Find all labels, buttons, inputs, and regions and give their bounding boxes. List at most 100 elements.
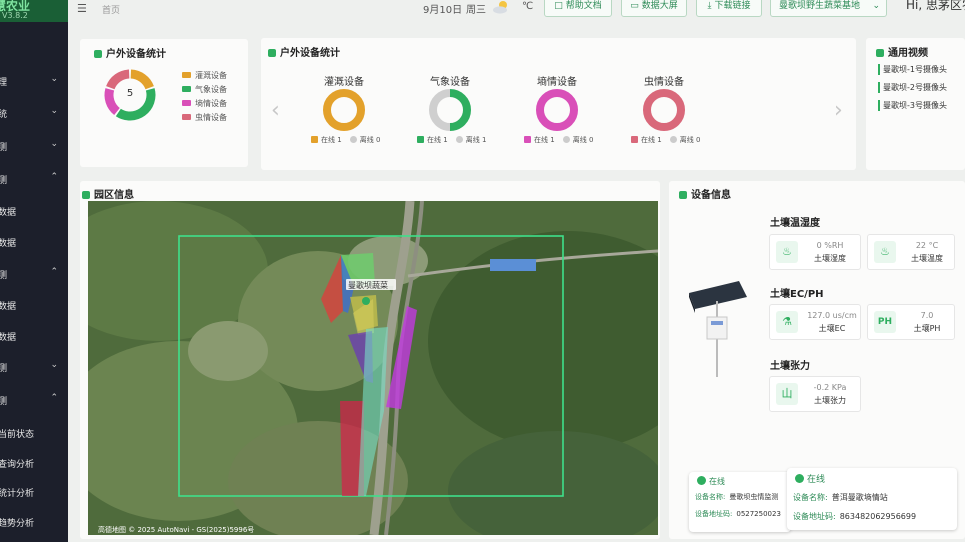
insect-donut	[643, 89, 685, 131]
sidebar-item-5[interactable]: 测 ⌃	[0, 265, 68, 285]
ec-name: 土壤EC	[818, 324, 846, 333]
chevron-down-icon: ⌄	[872, 1, 880, 11]
tension-icon: 山	[776, 383, 798, 405]
device-popup-back[interactable]: 在线 设备名称: 曼歌坝虫情监测 设备地址码: 0527250023	[689, 472, 791, 532]
data-screen-button[interactable]: ▭ 数据大屏	[621, 0, 687, 17]
device-name-moisture: 墒情设备	[537, 77, 577, 88]
status-dot-icon	[795, 474, 804, 483]
legend-insect: 虫情设备	[182, 112, 227, 123]
document-icon: □	[554, 1, 563, 11]
temperature-name: 土壤温度	[911, 254, 943, 263]
map-label: 曼歌坝蔬菜	[348, 280, 388, 290]
user-greeting[interactable]: Hi, 思茅区农	[906, 0, 965, 13]
sidebar-item-3[interactable]: 测 ⌄	[0, 137, 68, 157]
flask-icon: ⚗	[776, 311, 798, 333]
satellite-map[interactable]: 曼歌坝蔬菜	[88, 201, 658, 535]
section-tension: 土壤张力	[770, 361, 810, 372]
brand-version: V3.8.2	[2, 11, 28, 20]
next-arrow-icon[interactable]: ›	[834, 98, 843, 123]
donut-segment	[106, 69, 130, 90]
sidebar-subitem-1[interactable]: 数据	[0, 202, 68, 222]
sidebar-item-trend-analysis[interactable]: 趋势分析	[0, 513, 68, 533]
chevron-icon: ⌄	[50, 139, 58, 149]
video-icon	[876, 49, 884, 57]
brand: 慧农业 V3.8.2	[0, 0, 68, 22]
sidebar-item-1[interactable]: 理 ⌄	[0, 72, 68, 92]
sidebar-item-query-analysis[interactable]: 查询分析	[0, 454, 68, 474]
ec-value: 127.0 us/cm	[807, 311, 857, 320]
sidebar-item-current-status[interactable]: 当前状态	[0, 424, 68, 444]
video-item-3[interactable]: 曼歌坝-3号摄像头	[878, 100, 947, 111]
donut-segment	[130, 69, 154, 90]
stats-panel: 户外设备统计 5 灌溉设备 气象设备 墒情设备 虫情设备	[80, 39, 248, 167]
panel-title: 户外设备统计	[268, 44, 340, 59]
menu-icon[interactable]: ☰	[77, 2, 87, 15]
offline-segment	[429, 89, 451, 131]
sidebar-subitem-4[interactable]: 数据	[0, 327, 68, 347]
sidebar-item-statistics[interactable]: 统计分析	[0, 483, 68, 503]
legend-irrigation: 灌溉设备	[182, 70, 227, 81]
sidebar: 慧农业 V3.8.2 理 ⌄ 统 ⌄ 测 ⌄ 测 ⌃ 数据 数据 测 ⌃ 数据 数据 测 ⌄…	[0, 0, 68, 542]
humidity-value: 0 %RH	[816, 241, 844, 250]
chevron-icon: ⌃	[50, 267, 58, 277]
ph-name: 土壤PH	[913, 324, 941, 333]
sidebar-item-7[interactable]: 测 ⌃	[0, 391, 68, 411]
panel-title: 通用视频	[876, 44, 928, 59]
breadcrumb[interactable]: 首页	[102, 3, 120, 16]
device-address-line: 设备地址码: 0527250023	[695, 510, 781, 518]
sidebar-subitem-2[interactable]: 数据	[0, 233, 68, 253]
chevron-icon: ⌄	[50, 360, 58, 370]
tension-name: 土壤张力	[814, 396, 846, 405]
online-status: 在线	[795, 472, 825, 485]
donut-total: 5	[126, 88, 134, 99]
moisture-donut	[536, 89, 578, 131]
chevron-icon: ⌃	[50, 393, 58, 403]
header: ☰ 首页 9月10日 周三 ℃ □ 帮助文档 ▭ 数据大屏 ⤓ 下载链接 曼歌坝野生蔬…	[68, 0, 965, 20]
help-docs-button[interactable]: □ 帮助文档	[544, 0, 612, 17]
soil-temperature-card[interactable]: ♨ 22 °C 土壤温度	[867, 234, 955, 270]
soil-tension-card[interactable]: 山 -0.2 KPa 土壤张力	[769, 376, 861, 412]
panel-title: 设备信息	[679, 186, 731, 201]
video-item-2[interactable]: 曼歌坝-2号摄像头	[878, 82, 947, 93]
monitor-icon	[679, 191, 687, 199]
video-item-1[interactable]: 曼歌坝-1号摄像头	[878, 64, 947, 75]
irrigation-donut	[323, 89, 365, 131]
section-ec-ph: 土壤EC/PH	[770, 289, 824, 300]
online-status: 在线	[697, 476, 725, 487]
soil-ec-card[interactable]: ⚗ 127.0 us/cm 土壤EC	[769, 304, 861, 340]
online-segment	[323, 89, 365, 131]
sidebar-item-2[interactable]: 统 ⌄	[0, 104, 68, 124]
monitor-icon	[94, 50, 102, 58]
ph-value: 7.0	[920, 311, 934, 320]
ph-icon: PH	[874, 311, 896, 333]
weather-status: 在线 1 离线 1	[417, 135, 486, 145]
soil-ph-card[interactable]: PH 7.0 土壤PH	[867, 304, 955, 340]
sidebar-subitem-3[interactable]: 数据	[0, 296, 68, 316]
device-name-irrigation: 灌溉设备	[324, 77, 364, 88]
device-address-line: 设备地址码: 863482062956699	[793, 512, 917, 521]
device-name-line: 设备名称: 普洱曼歌墒情站	[793, 493, 888, 502]
date: 9月10日	[423, 5, 463, 16]
soil-humidity-card[interactable]: ♨ 0 %RH 土壤湿度	[769, 234, 861, 270]
monitor-icon	[268, 49, 276, 57]
chevron-icon: ⌄	[50, 106, 58, 116]
device-popup-front[interactable]: 在线 设备名称: 普洱曼歌墒情站 设备地址码: 863482062956699	[787, 468, 957, 530]
farm-select[interactable]: 曼歌坝野生蔬菜基地 ⌄	[770, 0, 887, 17]
prev-arrow-icon[interactable]: ‹	[271, 98, 280, 123]
insect-status: 在线 1 离线 0	[631, 135, 700, 145]
weekday: 周三	[466, 5, 486, 16]
online-segment	[536, 89, 578, 131]
tension-value: -0.2 KPa	[813, 383, 847, 392]
legend-weather: 气象设备	[182, 84, 227, 95]
status-dot-icon	[697, 476, 706, 485]
sidebar-item-6[interactable]: 测 ⌄	[0, 358, 68, 378]
chevron-icon: ⌃	[50, 172, 58, 182]
weather-donut	[429, 89, 471, 131]
device-name-weather: 气象设备	[430, 77, 470, 88]
panel-title: 园区信息	[82, 186, 134, 201]
online-segment	[449, 89, 471, 131]
sidebar-item-4[interactable]: 测 ⌃	[0, 170, 68, 190]
monitor-icon: ▭	[630, 1, 639, 11]
temperature-unit: ℃	[522, 1, 534, 12]
download-links-button[interactable]: ⤓ 下载链接	[696, 0, 762, 17]
